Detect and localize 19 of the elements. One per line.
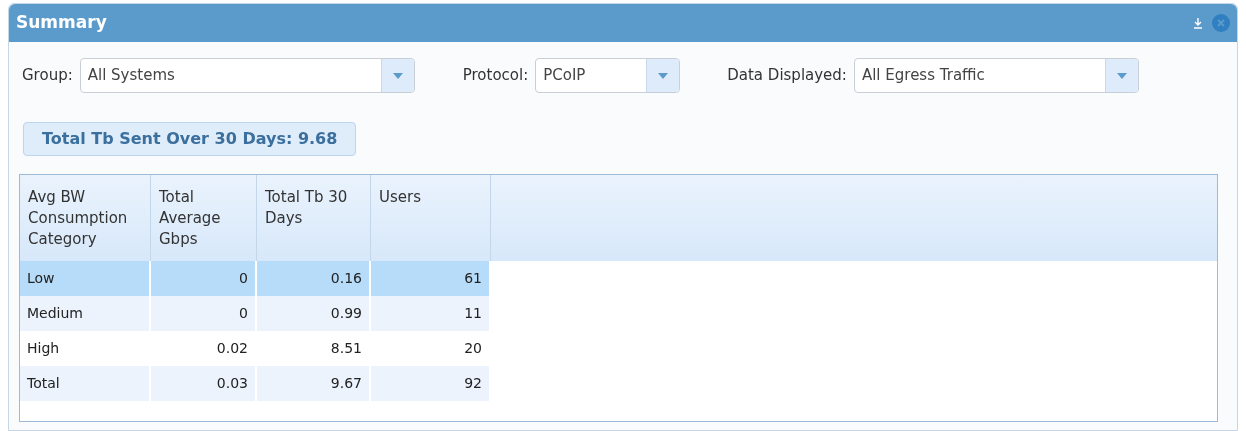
filter-label: Group:: [22, 65, 73, 87]
table-row[interactable]: Medium 0 0.99 11: [20, 296, 491, 331]
table-cell: Total: [20, 366, 151, 401]
table-row[interactable]: Total 0.03 9.67 92: [20, 366, 491, 401]
panel-title: Summary: [16, 11, 107, 35]
table-cell: 92: [371, 366, 491, 401]
filter-label: Protocol:: [462, 65, 529, 87]
filter-label: Data Displayed:: [727, 65, 847, 87]
dropdown[interactable]: PCoIP: [535, 58, 681, 93]
download-icon[interactable]: [1193, 17, 1203, 29]
table-cell: 9.67: [257, 366, 371, 401]
caret-icon: [658, 72, 669, 79]
caret-icon: [1116, 72, 1127, 79]
dropdown[interactable]: All Systems: [79, 58, 415, 93]
table-row[interactable]: Low 0 0.16 61: [20, 261, 491, 296]
total-badge: Total Tb Sent Over 30 Days: 9.68: [23, 122, 357, 156]
caret-icon: [392, 72, 403, 79]
dropdown[interactable]: All Egress Traffic: [853, 58, 1139, 93]
table-cell: 0.03: [151, 366, 257, 401]
